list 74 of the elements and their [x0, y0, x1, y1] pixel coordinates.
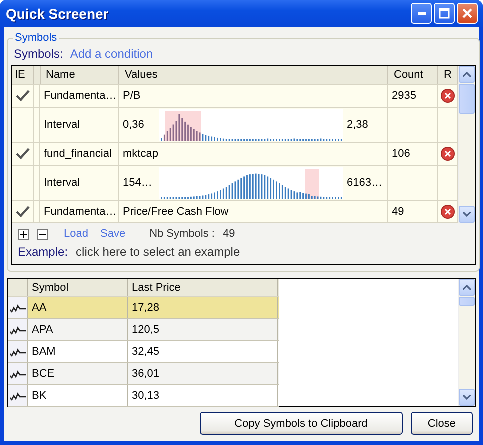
save-link[interactable]: Save — [100, 228, 126, 240]
group-legend: Symbols — [13, 32, 60, 44]
table-row[interactable]: AA 17,28 — [8, 297, 279, 319]
table-cell: BK — [28, 385, 128, 406]
table-cell: P/B — [119, 85, 388, 107]
table-cell: AA — [28, 297, 128, 318]
table-cell: APA — [28, 319, 128, 340]
column-header[interactable]: IE — [12, 66, 34, 84]
table-cell: mktcap — [119, 143, 388, 165]
expand-all-button[interactable] — [18, 228, 29, 240]
column-header[interactable]: Name — [40, 66, 119, 84]
example-label: Example: — [18, 245, 68, 259]
remove-icon[interactable] — [440, 147, 454, 161]
table-cell: Interval — [40, 166, 119, 200]
chart-icon[interactable] — [8, 385, 28, 406]
load-link[interactable]: Load — [64, 228, 88, 240]
chart-icon[interactable] — [8, 363, 28, 384]
close-button[interactable] — [457, 3, 478, 24]
column-header[interactable]: Count — [388, 66, 438, 84]
scrollbar-thumb[interactable] — [459, 297, 475, 306]
table-cell-text: 154… — [122, 176, 154, 191]
symbol-count: 49 — [222, 228, 236, 240]
scroll-down-button[interactable] — [459, 206, 475, 223]
table-row[interactable]: BCE 36,01 — [8, 363, 279, 385]
table-cell: 49 — [388, 201, 438, 222]
column-header[interactable]: Last Price — [128, 279, 278, 296]
symbols-label: Symbols: — [14, 47, 64, 61]
symbol-count-label: Nb Symbols : — [150, 228, 215, 240]
table-row[interactable]: BK 30,13 — [8, 385, 279, 407]
table-cell: BAM — [28, 341, 128, 362]
window-title: Quick Screener — [6, 6, 109, 22]
chart-icon[interactable] — [8, 319, 28, 340]
scroll-up-button[interactable] — [459, 66, 475, 83]
maximize-button[interactable] — [434, 3, 455, 24]
table-cell-text: 0,36 — [122, 118, 146, 133]
table-cell: Fundamenta… — [40, 85, 119, 107]
table-cell: Price/Free Cash Flow — [119, 201, 388, 222]
checkmark-icon — [16, 148, 30, 160]
table-cell: 30,13 — [128, 385, 278, 406]
scroll-up-button[interactable] — [459, 279, 475, 296]
checkmark-icon — [16, 206, 30, 218]
table-cell-text: 6163… — [346, 176, 384, 191]
collapse-all-button[interactable] — [37, 228, 48, 240]
close-icon — [462, 8, 473, 19]
table-cell: BCE — [28, 363, 128, 384]
table-cell: fund_financial — [40, 143, 119, 165]
table-cell: 32,45 — [128, 341, 278, 362]
table-cell: 106 — [388, 143, 438, 165]
minimize-icon — [418, 12, 426, 15]
table-cell: 2935 — [388, 85, 438, 107]
table-cell: Interval — [40, 108, 119, 142]
table-cell: 36,01 — [128, 363, 278, 384]
add-condition-link[interactable]: Add a condition — [70, 47, 154, 61]
table-cell: 17,28 — [128, 297, 278, 318]
column-header[interactable]: Symbol — [28, 279, 128, 296]
table-cell-text: 2,38 — [346, 118, 370, 133]
chart-icon[interactable] — [8, 297, 28, 318]
plus-icon — [20, 230, 27, 238]
checkmark-icon — [16, 90, 30, 102]
table-row[interactable]: BAM 32,45 — [8, 341, 279, 363]
table-cell: 120,5 — [128, 319, 278, 340]
example-link[interactable]: click here to select an example — [76, 245, 240, 259]
remove-icon[interactable] — [440, 204, 454, 218]
copy-symbols-button[interactable]: Copy Symbols to Clipboard — [200, 412, 403, 435]
chart-icon[interactable] — [8, 341, 28, 362]
table-row[interactable]: APA 120,5 — [8, 319, 279, 341]
column-header[interactable]: Values — [119, 66, 388, 84]
remove-icon[interactable] — [440, 89, 454, 103]
maximize-icon — [439, 8, 450, 19]
table-cell: Fundamenta… — [40, 201, 119, 222]
close-dialog-button[interactable]: Close — [410, 412, 473, 435]
scroll-down-button[interactable] — [459, 389, 475, 406]
scrollbar-thumb[interactable] — [459, 84, 475, 114]
minimize-button[interactable] — [411, 3, 432, 24]
